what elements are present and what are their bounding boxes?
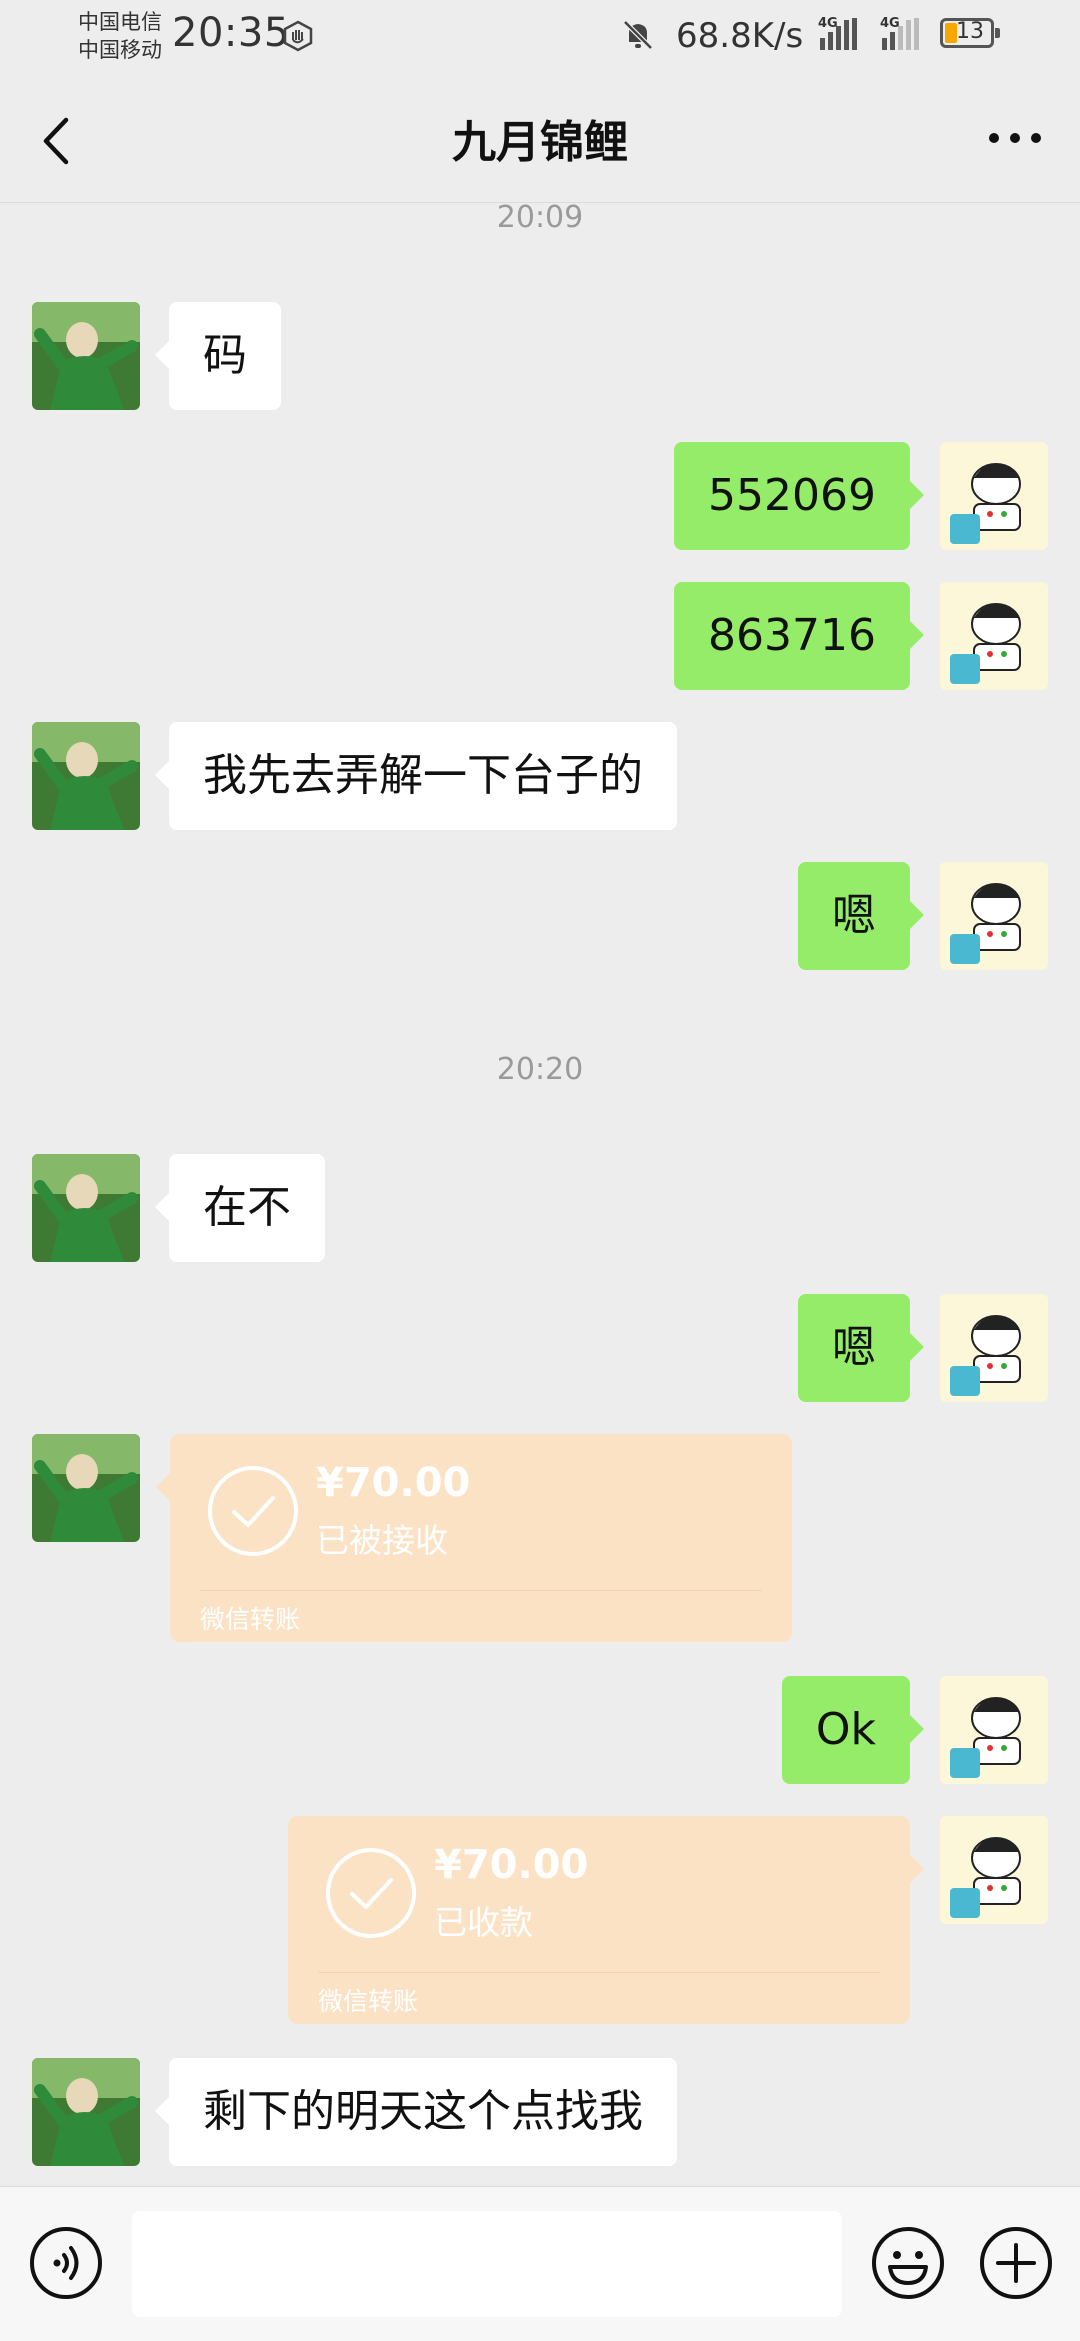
voice-button[interactable] <box>28 2225 104 2305</box>
network-type-2: 4G <box>880 16 900 31</box>
message-input[interactable] <box>132 2211 842 2317</box>
message-bubble[interactable]: Ok <box>781 1676 925 1784</box>
emoji-icon <box>872 2227 944 2299</box>
my-avatar[interactable] <box>940 1294 1048 1402</box>
voice-icon <box>30 2227 102 2299</box>
transfer-card[interactable]: ¥70.00 已收款 微信转账 <box>288 1816 924 2024</box>
signal-1-icon: 4G <box>818 16 870 56</box>
battery-level: 13 <box>956 19 984 44</box>
net-speed: 68.8K/s <box>676 16 804 56</box>
check-circle-icon <box>326 1848 416 1938</box>
contact-avatar[interactable] <box>32 302 140 410</box>
transfer-amount: ¥70.00 <box>434 1842 589 1888</box>
contact-avatar[interactable] <box>32 722 140 830</box>
emoji-button[interactable] <box>870 2225 946 2305</box>
chat-header: 九月锦鲤 <box>0 76 1080 203</box>
signal-2-icon: 4G <box>880 16 932 56</box>
contact-avatar[interactable] <box>32 1434 140 1542</box>
hand-shield-icon <box>283 20 313 52</box>
transfer-status: 已收款 <box>434 1903 533 1942</box>
more-button[interactable] <box>980 108 1050 168</box>
transfer-brand: 微信转账 <box>200 1605 301 1634</box>
message-bubble[interactable]: 嗯 <box>798 862 924 970</box>
my-avatar[interactable] <box>940 582 1048 690</box>
plus-button[interactable] <box>978 2225 1054 2305</box>
my-avatar[interactable] <box>940 862 1048 970</box>
contact-avatar[interactable] <box>32 1154 140 1262</box>
carrier-labels: 中国电信 中国移动 <box>78 8 162 64</box>
battery-icon: 13 <box>940 18 1000 48</box>
my-avatar[interactable] <box>940 1676 1048 1784</box>
transfer-amount: ¥70.00 <box>316 1460 471 1506</box>
time-separator: 20:20 <box>496 1052 584 1087</box>
transfer-status: 已被接收 <box>316 1521 448 1560</box>
status-bar: 中国电信 中国移动 20:35 68.8K/s 4G 4G 13 <box>0 0 1080 76</box>
contact-avatar[interactable] <box>32 2058 140 2166</box>
check-circle-icon <box>208 1466 298 1556</box>
time-separator: 20:09 <box>496 200 584 235</box>
mute-bell-icon <box>623 20 653 50</box>
carrier-2: 中国移动 <box>78 38 162 62</box>
message-bubble[interactable]: 剩下的明天这个点找我 <box>155 2058 677 2166</box>
carrier-1: 中国电信 <box>78 10 162 34</box>
chat-title: 九月锦鲤 <box>452 117 628 168</box>
input-bar <box>0 2186 1080 2341</box>
message-bubble[interactable]: 嗯 <box>798 1294 924 1402</box>
status-time: 20:35 <box>172 10 290 56</box>
transfer-brand: 微信转账 <box>318 1987 419 2016</box>
message-bubble[interactable]: 863716 <box>674 582 924 690</box>
message-bubble[interactable]: 在不 <box>155 1154 325 1262</box>
divider <box>200 1590 762 1591</box>
message-bubble[interactable]: 码 <box>155 302 281 410</box>
more-dots-icon <box>989 133 1041 143</box>
message-bubble[interactable]: 我先去弄解一下台子的 <box>155 722 677 830</box>
plus-circle-icon <box>980 2227 1052 2299</box>
transfer-card[interactable]: ¥70.00 已被接收 微信转账 <box>156 1434 792 1642</box>
message-bubble[interactable]: 552069 <box>674 442 924 550</box>
my-avatar[interactable] <box>940 1816 1048 1924</box>
my-avatar[interactable] <box>940 442 1048 550</box>
divider <box>318 1972 880 1973</box>
network-type-1: 4G <box>818 16 838 31</box>
